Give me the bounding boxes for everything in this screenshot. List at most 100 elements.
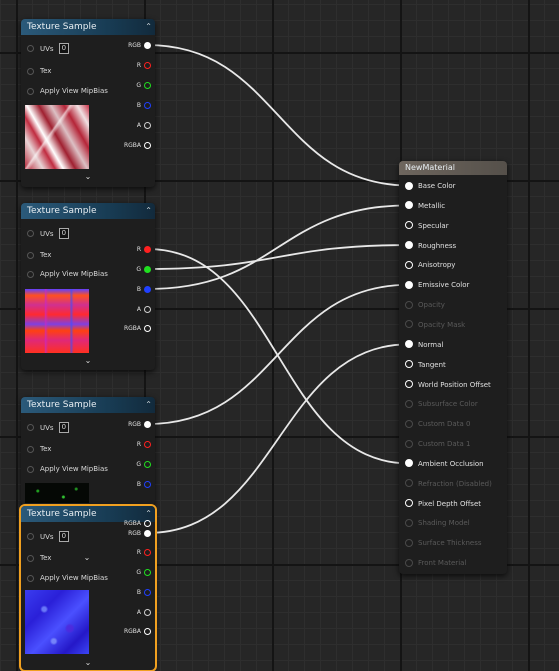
texture-sample-node-4[interactable]: Texture Sample ⌃ RGBA UVs 0 Tex ⌄ Apply …	[19, 504, 157, 671]
output-g[interactable]: G	[111, 460, 151, 470]
uvs-value-field[interactable]: 0	[58, 422, 69, 433]
chevron-down-icon[interactable]: ⌄	[84, 553, 91, 562]
expand-chevron-down-icon[interactable]: ⌄	[21, 356, 155, 365]
b-output-pin[interactable]	[144, 101, 151, 109]
connection-wire[interactable]	[147, 248, 410, 465]
input-pin[interactable]	[405, 340, 413, 349]
rgba-output-pin[interactable]	[144, 141, 151, 149]
mip-bias-input-row[interactable]: Apply View MipBias	[27, 573, 108, 583]
output-rgba[interactable]: RGBA	[111, 627, 151, 637]
material-input-metallic[interactable]: Metallic	[405, 201, 445, 211]
r-output-pin[interactable]	[144, 245, 151, 253]
collapse-icon[interactable]: ⌃	[145, 19, 152, 35]
tex-input-row[interactable]: Tex ⌄	[27, 553, 90, 563]
output-rgba[interactable]: RGBA	[111, 141, 151, 151]
mip-bias-input-pin[interactable]	[27, 466, 34, 473]
output-g[interactable]: G	[111, 265, 151, 275]
uvs-input-row[interactable]: UVs 0	[27, 228, 69, 239]
material-input-roughness[interactable]: Roughness	[405, 241, 456, 251]
input-pin[interactable]	[405, 380, 413, 388]
uvs-input-pin[interactable]	[27, 424, 34, 431]
output-b[interactable]: B	[111, 285, 151, 295]
node-header[interactable]: Texture Sample ⌃	[21, 397, 155, 413]
tex-input-row[interactable]: Tex	[27, 250, 51, 260]
input-pin[interactable]	[405, 499, 413, 508]
connection-wire[interactable]	[147, 44, 410, 187]
collapse-icon[interactable]: ⌃	[145, 397, 152, 413]
material-input-emissive-color[interactable]: Emissive Color	[405, 280, 469, 290]
g-output-pin[interactable]	[144, 460, 151, 468]
rgba-output-pin[interactable]	[144, 519, 151, 527]
output-b[interactable]: B	[111, 588, 151, 598]
output-a[interactable]: A	[111, 121, 151, 131]
input-pin[interactable]	[405, 201, 413, 210]
output-r[interactable]: R	[111, 548, 151, 558]
output-r[interactable]: R	[111, 61, 151, 71]
mip-bias-input-pin[interactable]	[27, 271, 34, 278]
output-b[interactable]: B	[111, 101, 151, 111]
tex-input-row[interactable]: Tex	[27, 444, 51, 454]
g-output-pin[interactable]	[144, 568, 151, 576]
material-input-base-color[interactable]: Base Color	[405, 181, 456, 191]
output-g[interactable]: G	[111, 81, 151, 91]
uvs-value-field[interactable]: 0	[58, 531, 69, 542]
expand-chevron-down-icon[interactable]: ⌄	[21, 172, 155, 181]
b-output-pin[interactable]	[144, 285, 151, 293]
input-pin[interactable]	[405, 260, 413, 269]
material-output-node[interactable]: NewMaterial Base Color Metallic Specular Ro…	[399, 161, 507, 574]
output-a[interactable]: A	[111, 305, 151, 315]
tex-input-row[interactable]: Tex	[27, 66, 51, 76]
material-input-world-position-offset[interactable]: World Position Offset	[405, 380, 491, 390]
uvs-input-pin[interactable]	[27, 533, 34, 540]
node-header[interactable]: Texture Sample ⌃	[21, 19, 155, 35]
material-input-pixel-depth-offset[interactable]: Pixel Depth Offset	[405, 499, 481, 509]
output-rgb[interactable]: RGB	[111, 420, 151, 430]
r-output-pin[interactable]	[144, 548, 151, 556]
output-r[interactable]: R	[111, 440, 151, 450]
input-pin[interactable]	[405, 181, 413, 190]
uvs-input-pin[interactable]	[27, 230, 34, 237]
tex-input-pin[interactable]	[27, 555, 34, 562]
rgba-output-pin[interactable]	[144, 627, 151, 635]
texture-sample-node-1[interactable]: Texture Sample ⌃ UVs 0 Tex Apply View Mi…	[21, 19, 155, 187]
connection-wire[interactable]	[147, 244, 410, 270]
g-output-pin[interactable]	[144, 265, 151, 273]
a-output-pin[interactable]	[144, 305, 151, 313]
mip-bias-input-row[interactable]: Apply View MipBias	[27, 269, 108, 279]
rgb-output-pin[interactable]	[144, 41, 151, 49]
tex-input-pin[interactable]	[27, 446, 34, 453]
material-input-tangent[interactable]: Tangent	[405, 360, 446, 370]
uvs-input-pin[interactable]	[27, 45, 34, 52]
material-input-specular[interactable]: Specular	[405, 221, 449, 231]
output-g[interactable]: G	[111, 568, 151, 578]
material-input-anisotropy[interactable]: Anisotropy	[405, 260, 455, 270]
output-rgb[interactable]: RGB	[111, 41, 151, 51]
texture-sample-node-3[interactable]: Texture Sample ⌃ UVs 0 Tex Apply View Mi…	[21, 397, 155, 505]
tex-input-pin[interactable]	[27, 252, 34, 259]
output-b[interactable]: B	[111, 480, 151, 490]
mip-bias-input-pin[interactable]	[27, 88, 34, 95]
uvs-value-field[interactable]: 0	[58, 43, 69, 54]
collapse-icon[interactable]: ⌃	[145, 203, 152, 219]
connection-wire[interactable]	[147, 204, 410, 290]
output-a[interactable]: A	[111, 608, 151, 618]
input-pin[interactable]	[405, 241, 413, 250]
rgb-output-pin[interactable]	[144, 420, 151, 428]
output-rgb[interactable]: RGB	[111, 529, 151, 539]
output-r[interactable]: R	[111, 245, 151, 255]
input-pin[interactable]	[405, 221, 413, 230]
b-output-pin[interactable]	[144, 588, 151, 596]
connection-wire[interactable]	[147, 283, 410, 425]
uvs-value-field[interactable]: 0	[58, 228, 69, 239]
rgba-output-pin[interactable]	[144, 324, 151, 332]
mip-bias-input-row[interactable]: Apply View MipBias	[27, 86, 108, 96]
uvs-input-row[interactable]: UVs 0	[27, 531, 69, 542]
mip-bias-input-pin[interactable]	[27, 575, 34, 582]
expand-chevron-down-icon[interactable]: ⌄	[21, 658, 155, 667]
material-input-ambient-occlusion[interactable]: Ambient Occlusion	[405, 459, 484, 469]
b-output-pin[interactable]	[144, 480, 151, 488]
mip-bias-input-row[interactable]: Apply View MipBias	[27, 464, 108, 474]
tex-input-pin[interactable]	[27, 68, 34, 75]
output-rgba[interactable]: RGBA	[111, 324, 151, 334]
output-rgba-overlap[interactable]: RGBA	[111, 519, 151, 529]
